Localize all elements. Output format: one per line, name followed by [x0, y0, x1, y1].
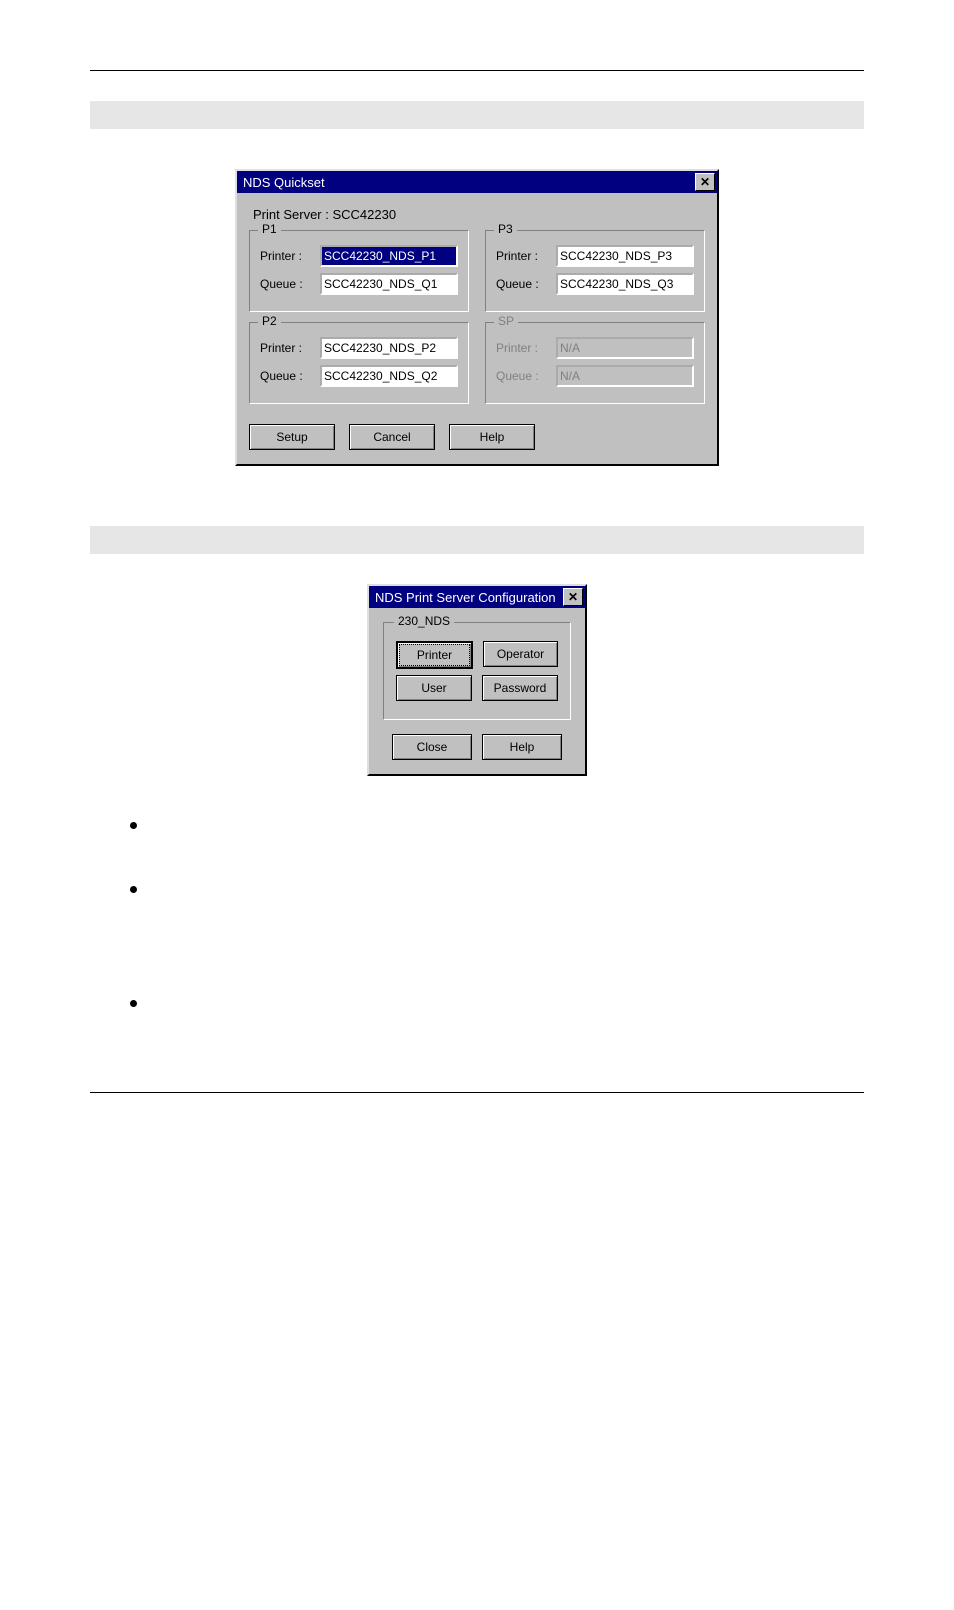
quickset-titlebar: NDS Quickset ✕ — [237, 171, 717, 193]
section-heading-bar-2 — [90, 526, 864, 554]
close-button[interactable]: Close — [392, 734, 472, 760]
figure-quickset: NDS Quickset ✕ Print Server : SCC42230 P… — [90, 169, 864, 466]
p1-queue-label: Queue : — [260, 277, 312, 291]
close-icon[interactable]: ✕ — [695, 173, 715, 191]
psconfig-group-title: 230_NDS — [394, 614, 454, 628]
p1-printer-label: Printer : — [260, 249, 312, 263]
help-button[interactable]: Help — [482, 734, 562, 760]
p2-queue-label: Queue : — [260, 369, 312, 383]
sp-queue-input: N/A — [556, 365, 694, 387]
group-p3: P3 Printer : SCC42230_NDS_P3 Queue : SCC… — [485, 230, 705, 312]
psconfig-title-text: NDS Print Server Configuration — [375, 590, 556, 605]
group-p1-title: P1 — [258, 222, 281, 236]
bullet-dot — [130, 1000, 137, 1007]
group-p2-title: P2 — [258, 314, 281, 328]
p2-queue-input[interactable]: SCC42230_NDS_Q2 — [320, 365, 458, 387]
quickset-window: NDS Quickset ✕ Print Server : SCC42230 P… — [235, 169, 719, 466]
psconfig-window: NDS Print Server Configuration ✕ 230_NDS… — [367, 584, 587, 776]
close-icon[interactable]: ✕ — [563, 588, 583, 606]
operator-button[interactable]: Operator — [483, 641, 558, 667]
p1-queue-input[interactable]: SCC42230_NDS_Q1 — [320, 273, 458, 295]
cancel-button[interactable]: Cancel — [349, 424, 435, 450]
p2-printer-label: Printer : — [260, 341, 312, 355]
group-p2: P2 Printer : SCC42230_NDS_P2 Queue : SCC… — [249, 322, 469, 404]
sp-queue-label: Queue : — [496, 369, 548, 383]
print-server-label: Print Server : SCC42230 — [249, 203, 705, 230]
p3-printer-input[interactable]: SCC42230_NDS_P3 — [556, 245, 694, 267]
group-sp-title: SP — [494, 314, 518, 328]
sp-printer-label: Printer : — [496, 341, 548, 355]
p3-queue-input[interactable]: SCC42230_NDS_Q3 — [556, 273, 694, 295]
psconfig-group: 230_NDS Printer Operator User Password — [383, 622, 571, 720]
group-p1: P1 Printer : SCC42230_NDS_P1 Queue : SCC… — [249, 230, 469, 312]
p1-printer-input[interactable]: SCC42230_NDS_P1 — [320, 245, 458, 267]
footer-rule — [90, 1092, 864, 1093]
figure-psconfig: NDS Print Server Configuration ✕ 230_NDS… — [90, 584, 864, 776]
quickset-title-text: NDS Quickset — [243, 175, 325, 190]
psconfig-titlebar: NDS Print Server Configuration ✕ — [369, 586, 585, 608]
bullet-dot — [130, 822, 137, 829]
group-sp: SP Printer : N/A Queue : N/A — [485, 322, 705, 404]
user-button[interactable]: User — [396, 675, 472, 701]
group-p3-title: P3 — [494, 222, 517, 236]
password-button[interactable]: Password — [482, 675, 558, 701]
printer-button[interactable]: Printer — [396, 641, 473, 669]
section-heading-bar — [90, 101, 864, 129]
setup-button[interactable]: Setup — [249, 424, 335, 450]
bullet-dot — [130, 886, 137, 893]
help-button[interactable]: Help — [449, 424, 535, 450]
bullet-list — [130, 816, 864, 1012]
p3-queue-label: Queue : — [496, 277, 548, 291]
p2-printer-input[interactable]: SCC42230_NDS_P2 — [320, 337, 458, 359]
header-rule — [90, 70, 864, 71]
sp-printer-input: N/A — [556, 337, 694, 359]
p3-printer-label: Printer : — [496, 249, 548, 263]
